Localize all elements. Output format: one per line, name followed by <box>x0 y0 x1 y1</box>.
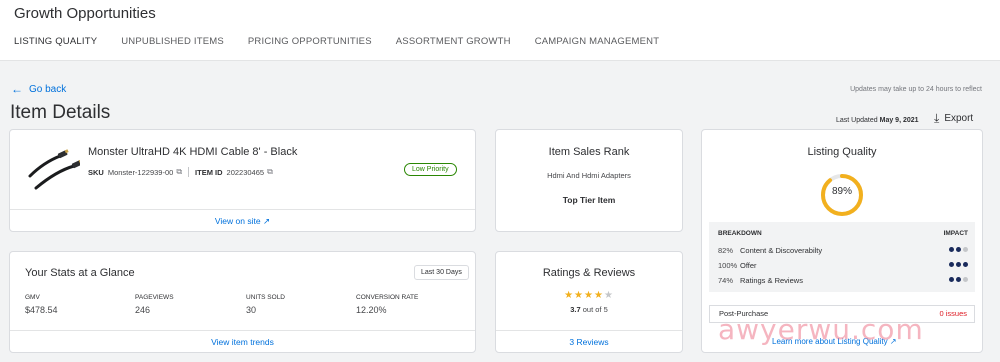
stat-units-sold: UNITS SOLD 30 <box>246 294 285 315</box>
sku-label: SKU <box>88 167 104 177</box>
product-card: Monster UltraHD 4K HDMI Cable 8' - Black… <box>9 129 476 232</box>
stat-label: PAGEVIEWS <box>135 294 174 301</box>
impact-dots <box>947 262 968 267</box>
breakdown-pct: 100% <box>718 261 738 270</box>
sales-rank-title: Item Sales Rank <box>548 146 630 158</box>
arrow-left-icon: ← <box>11 82 23 96</box>
impact-header: IMPACT <box>943 230 968 237</box>
stat-pageviews: PAGEVIEWS 246 <box>135 294 174 315</box>
sku-row: SKU Monster-122939-00 ⧉ ITEM ID 20223046… <box>88 167 279 177</box>
stat-label: GMV <box>25 294 40 301</box>
tab-listing-quality[interactable]: LISTING QUALITY <box>14 36 98 63</box>
tab-pricing-opportunities[interactable]: PRICING OPPORTUNITIES <box>248 36 372 63</box>
copy-sku-icon[interactable]: ⧉ <box>176 167 182 177</box>
last-updated-label: Last Updated <box>836 117 878 124</box>
breakdown-name: Content & Discoverabilty <box>740 246 823 255</box>
page-heading: Growth Opportunities <box>14 5 156 22</box>
sales-rank-tier: Top Tier Item <box>562 195 616 205</box>
date-range-badge[interactable]: Last 30 Days <box>414 265 469 280</box>
breakdown-pct: 74% <box>718 276 734 285</box>
tab-unpublished-items[interactable]: UNPUBLISHED ITEMS <box>121 36 224 63</box>
view-on-site-link[interactable]: View on site ↗ <box>10 209 475 231</box>
watermark: awyerwu.com <box>718 313 924 346</box>
star-icon: ★ <box>584 290 594 301</box>
impact-dots <box>947 277 968 282</box>
stat-label: CONVERSION RATE <box>356 294 419 301</box>
stats-title: Your Stats at a Glance <box>25 267 135 279</box>
external-link-icon: ↗ <box>262 216 271 226</box>
sales-rank-category: Hdmi And Hdmi Adapters <box>547 171 631 180</box>
star-icon: ★ <box>603 290 614 301</box>
stat-value: $478.54 <box>25 305 58 315</box>
ratings-title: Ratings & Reviews <box>542 267 636 279</box>
ratings-card: Ratings & Reviews ★★★★★ 3.7 out of 5 3 R… <box>495 251 683 353</box>
impact-dot <box>949 277 954 282</box>
tab-bar: LISTING QUALITY UNPUBLISHED ITEMS PRICIN… <box>14 36 683 63</box>
score-value: 89% <box>831 186 852 197</box>
item-id-value: 202230465 <box>226 167 265 177</box>
impact-dot <box>949 247 954 252</box>
go-back-link[interactable]: ← Go back <box>11 82 66 96</box>
tab-assortment-growth[interactable]: ASSORTMENT GROWTH <box>396 36 511 63</box>
impact-dot <box>963 262 968 267</box>
stat-conversion-rate: CONVERSION RATE 12.20% <box>356 294 418 315</box>
impact-dot <box>956 277 961 282</box>
stat-label: UNITS SOLD <box>246 294 286 301</box>
last-updated: Last Updated May 9, 2021 <box>836 117 919 124</box>
download-icon: ⤓ <box>934 111 940 125</box>
stat-gmv: GMV $478.54 <box>25 294 58 315</box>
star-icon: ★ <box>593 290 604 301</box>
rating-out-of: out of 5 <box>582 305 608 314</box>
reviews-link[interactable]: 3 Reviews <box>496 330 682 352</box>
breakdown-name: Ratings & Reviews <box>740 276 803 285</box>
star-icon: ★ <box>574 290 585 301</box>
impact-dot <box>956 247 961 252</box>
divider <box>188 167 190 177</box>
view-on-site-label: View on site <box>214 216 261 226</box>
go-back-label: Go back <box>29 83 67 95</box>
impact-dot <box>949 262 954 267</box>
breakdown-pct: 82% <box>718 246 734 255</box>
item-id-label: ITEM ID <box>195 167 223 177</box>
rating-value: 3.7 out of 5 <box>496 305 682 314</box>
sales-rank-card: Item Sales Rank Hdmi And Hdmi Adapters T… <box>495 129 683 232</box>
rating-number: 3.7 <box>570 305 581 314</box>
sku-value: Monster-122939-00 <box>107 167 174 177</box>
tab-campaign-management[interactable]: CAMPAIGN MANAGEMENT <box>535 36 660 63</box>
star-rating: ★★★★★ <box>496 290 682 301</box>
star-icon: ★ <box>564 290 575 301</box>
stat-value: 12.20% <box>356 305 387 315</box>
copy-item-id-icon[interactable]: ⧉ <box>267 167 273 177</box>
post-purchase-issues: 0 issues <box>939 309 967 318</box>
product-image <box>28 149 80 190</box>
breakdown-panel: BREAKDOWN IMPACT 82% Content & Discovera… <box>709 222 975 292</box>
priority-badge: Low Priority <box>404 163 457 176</box>
listing-quality-title: Listing Quality <box>807 146 877 158</box>
impact-dot <box>963 247 968 252</box>
item-details-title: Item Details <box>10 102 111 123</box>
update-note: Updates may take up to 24 hours to refle… <box>850 86 982 93</box>
stat-value: 30 <box>246 305 257 315</box>
export-button[interactable]: ⤓ Export <box>934 111 973 126</box>
top-header: Growth Opportunities LISTING QUALITY UNP… <box>0 0 1000 63</box>
impact-dot <box>963 277 968 282</box>
stats-card: Your Stats at a Glance Last 30 Days GMV … <box>9 251 476 353</box>
product-name: Monster UltraHD 4K HDMI Cable 8' - Black <box>88 146 298 158</box>
impact-dots <box>947 247 968 252</box>
view-item-trends-link[interactable]: View item trends <box>10 330 475 352</box>
export-label: Export <box>944 113 974 124</box>
last-updated-date: May 9, 2021 <box>879 117 919 124</box>
impact-dot <box>956 262 961 267</box>
stat-value: 246 <box>135 305 151 315</box>
breakdown-name: Offer <box>740 261 757 270</box>
breakdown-header: BREAKDOWN <box>718 230 762 237</box>
